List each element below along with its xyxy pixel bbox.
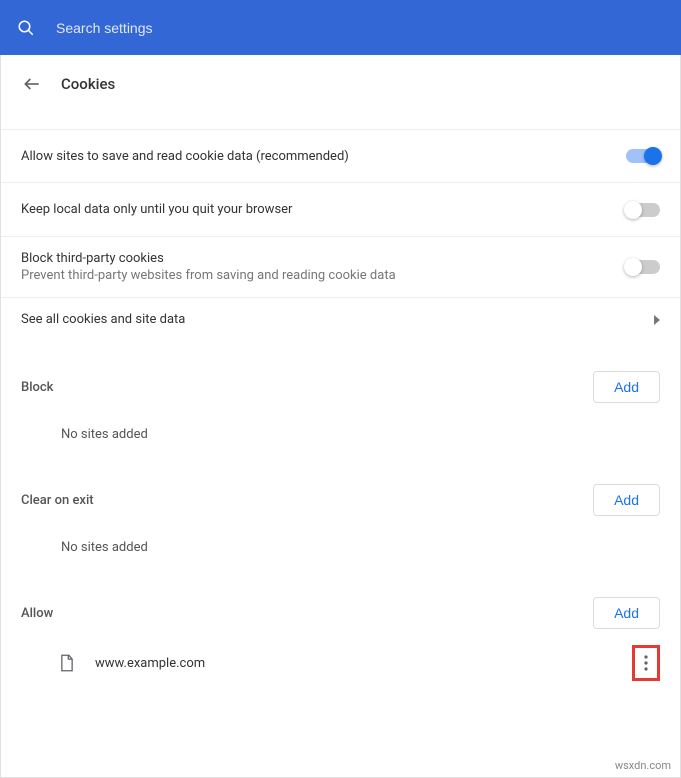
section-clear-on-exit: Clear on exit Add No sites added xyxy=(1,484,680,555)
chevron-right-icon xyxy=(654,315,660,325)
content: Cookies Allow sites to save and read coo… xyxy=(0,55,681,778)
section-allow: Allow Add www.example.com xyxy=(1,597,680,681)
section-title: Block xyxy=(21,380,593,395)
toggle-allow-sites[interactable] xyxy=(626,149,660,163)
see-all-cookies-link[interactable]: See all cookies and site data xyxy=(1,298,680,341)
more-vert-icon xyxy=(644,655,648,671)
page-title: Cookies xyxy=(61,75,115,93)
watermark: wsxdn.com xyxy=(615,759,671,772)
file-icon xyxy=(59,654,77,672)
topbar xyxy=(0,0,681,55)
toggle-block-third-party[interactable] xyxy=(626,260,660,274)
site-domain: www.example.com xyxy=(95,656,632,671)
empty-message: No sites added xyxy=(1,403,680,442)
section-title: Allow xyxy=(21,606,593,621)
setting-allow-sites[interactable]: Allow sites to save and read cookie data… xyxy=(1,129,680,183)
add-clear-on-exit-button[interactable]: Add xyxy=(593,484,660,516)
setting-keep-local[interactable]: Keep local data only until you quit your… xyxy=(1,183,680,237)
toggle-keep-local[interactable] xyxy=(626,203,660,217)
settings-list: Allow sites to save and read cookie data… xyxy=(1,129,680,341)
back-button[interactable] xyxy=(21,73,43,95)
add-block-button[interactable]: Add xyxy=(593,371,660,403)
section-block: Block Add No sites added xyxy=(1,371,680,442)
more-options-button[interactable] xyxy=(632,645,660,681)
search-icon[interactable] xyxy=(14,16,38,40)
link-label: See all cookies and site data xyxy=(21,312,654,327)
setting-label: Keep local data only until you quit your… xyxy=(21,202,626,217)
section-title: Clear on exit xyxy=(21,493,593,508)
page-header: Cookies xyxy=(1,55,680,105)
setting-sublabel: Prevent third-party websites from saving… xyxy=(21,268,626,283)
setting-label: Allow sites to save and read cookie data… xyxy=(21,149,626,164)
setting-block-third-party[interactable]: Block third-party cookies Prevent third-… xyxy=(1,237,680,298)
search-input[interactable] xyxy=(56,20,356,36)
setting-label: Block third-party cookies xyxy=(21,251,626,266)
add-allow-button[interactable]: Add xyxy=(593,597,660,629)
empty-message: No sites added xyxy=(1,516,680,555)
site-row: www.example.com xyxy=(1,629,680,681)
